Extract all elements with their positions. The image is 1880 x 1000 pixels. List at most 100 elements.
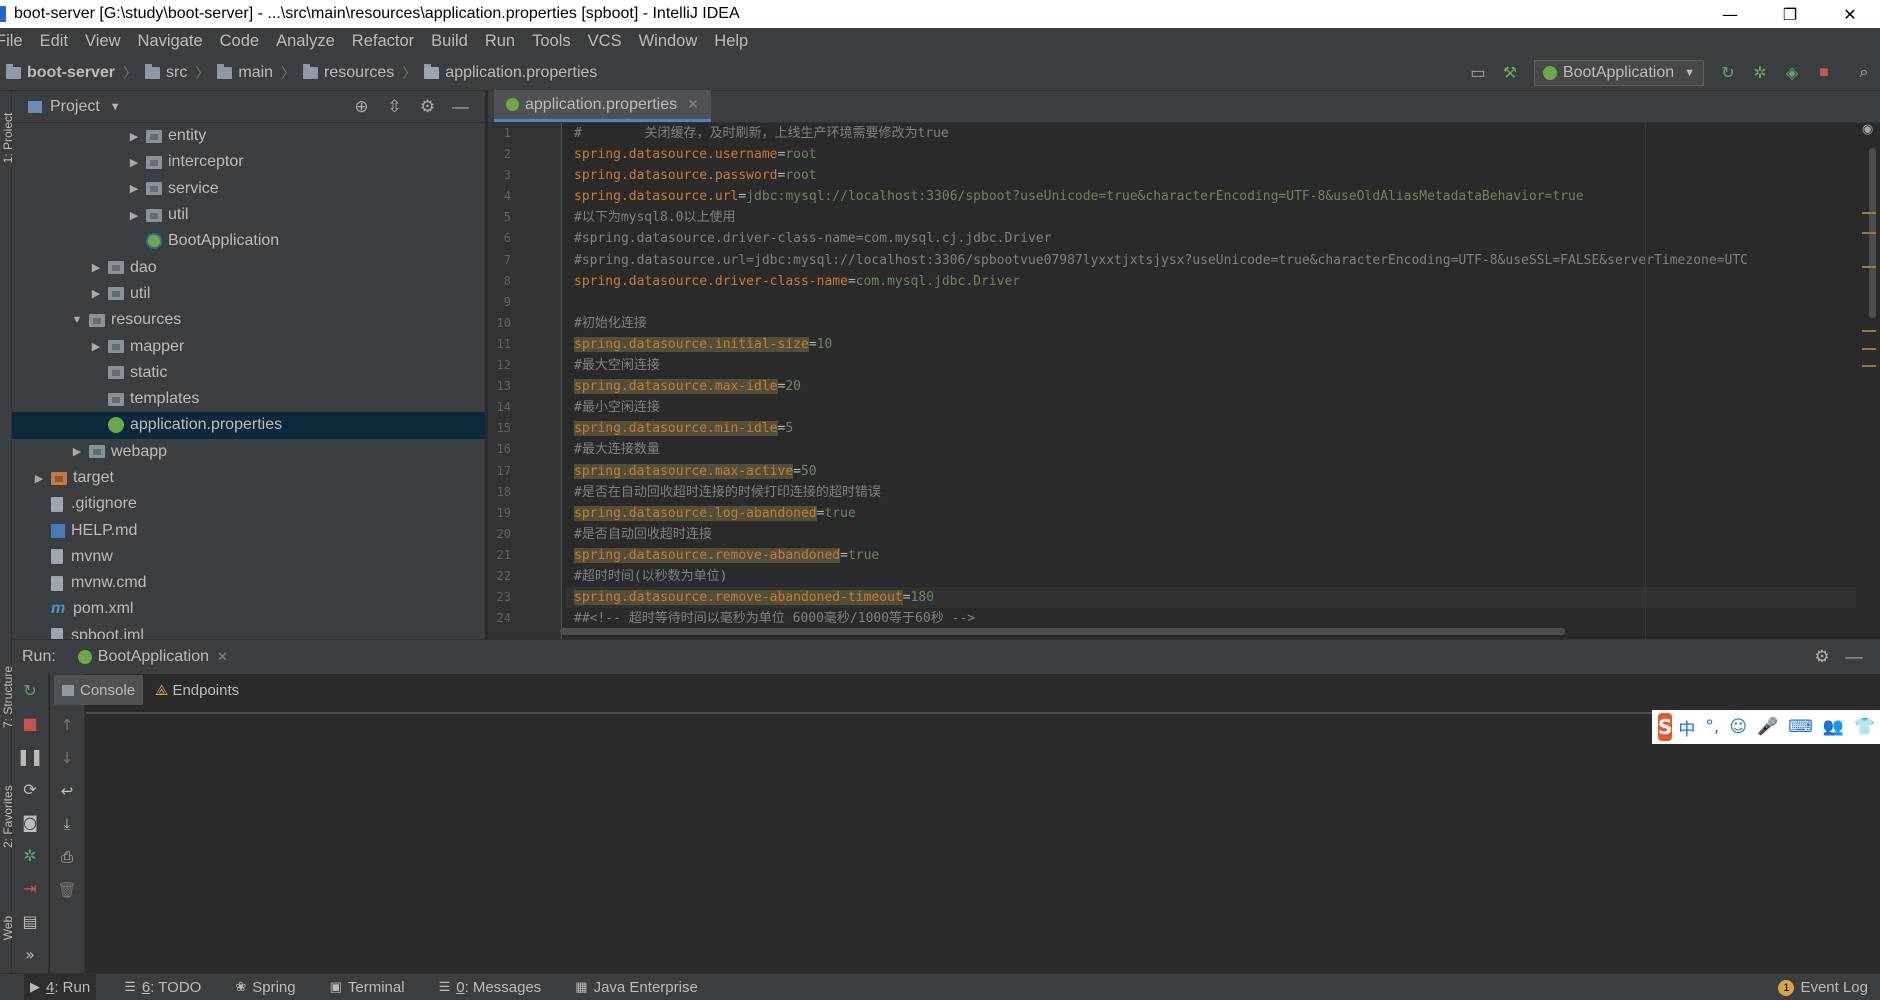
tree-item[interactable]: ▶ webapp — [12, 439, 485, 465]
ime-voice-icon[interactable]: 🎤 — [1757, 717, 1778, 737]
gear-icon[interactable]: ⚙ — [411, 97, 444, 117]
collapse-all-icon[interactable]: ⇳ — [378, 97, 411, 117]
debug-icon[interactable]: ✲ — [12, 839, 48, 872]
pause-icon[interactable]: ❚❚ — [12, 740, 48, 773]
bottom-tool-run[interactable]: ▶ 4: Run — [24, 973, 97, 1000]
tree-item[interactable]: static — [12, 360, 485, 386]
tree-item[interactable]: spboot.iml — [12, 623, 485, 639]
collapse-arrow-icon[interactable]: ▶ — [88, 340, 104, 353]
collapse-arrow-icon[interactable]: ▶ — [31, 472, 47, 485]
error-stripe-marker[interactable] — [1862, 232, 1876, 234]
menu-code[interactable]: Code — [220, 32, 259, 51]
gear-icon[interactable]: ⚙ — [1806, 647, 1838, 667]
error-stripe-marker[interactable] — [1862, 330, 1876, 332]
exit-icon[interactable]: ⇥ — [12, 872, 48, 905]
tree-item[interactable]: HELP.md — [12, 517, 485, 543]
ime-emoji-icon[interactable]: ☺ — [1729, 717, 1747, 737]
collapse-arrow-icon[interactable]: ▶ — [126, 156, 142, 169]
ime-user-icon[interactable]: 👥 — [1823, 717, 1844, 737]
terminal-icon[interactable]: ▭ — [1462, 63, 1494, 83]
run-coverage-icon[interactable]: ◈ — [1776, 63, 1808, 83]
layout-icon[interactable]: ▤ — [12, 905, 48, 938]
minimize-button[interactable]: — — [1700, 0, 1760, 28]
menu-tools[interactable]: Tools — [532, 32, 571, 51]
error-stripe-marker[interactable] — [1862, 212, 1876, 214]
bottom-tool-messages[interactable]: ☰ 0: Messages — [433, 974, 548, 1000]
project-title[interactable]: Project — [50, 98, 100, 116]
chevron-down-icon[interactable]: ▼ — [110, 101, 121, 113]
code-line[interactable]: #spring.datasource.driver-class-name=com… — [566, 228, 1856, 249]
stop-icon[interactable]: ■ — [12, 707, 48, 740]
code-line[interactable]: spring.datasource.max-idle=20 — [566, 376, 1856, 397]
hide-icon[interactable]: — — [444, 97, 477, 117]
code-line[interactable]: spring.datasource.driver-class-name=com.… — [566, 271, 1856, 292]
tree-item[interactable]: ▶ mapper — [12, 333, 485, 359]
code-line[interactable]: #最大空闲连接 — [566, 355, 1856, 376]
code-line[interactable]: #最小空闲连接 — [566, 397, 1856, 418]
console-output[interactable] — [86, 712, 1880, 974]
breadcrumb-file[interactable]: application.properties — [424, 63, 597, 82]
bottom-tool-javaenterprise[interactable]: ▦ Java Enterprise — [569, 974, 704, 1000]
menu-navigate[interactable]: Navigate — [138, 32, 203, 51]
tree-item[interactable]: ▶ target — [12, 465, 485, 491]
tree-item[interactable]: application.properties — [12, 412, 485, 439]
tree-item[interactable]: ▶ entity — [12, 123, 485, 149]
code-line[interactable]: #是否自动回收超时连接 — [566, 524, 1856, 545]
trash-icon[interactable]: 🗑 — [50, 873, 84, 906]
collapse-arrow-icon[interactable]: ▶ — [88, 261, 104, 274]
tree-item[interactable]: ▶ util — [12, 202, 485, 228]
code-line[interactable]: spring.datasource.username=root — [566, 144, 1856, 165]
eye-icon[interactable]: ◉ — [1862, 122, 1873, 137]
collapse-arrow-icon[interactable]: ▶ — [126, 182, 142, 195]
bottom-tool-todo[interactable]: ☰ 6: TODO — [118, 974, 207, 1000]
ime-chinese-mode[interactable]: 中 — [1678, 715, 1695, 740]
collapse-arrow-icon[interactable]: ▶ — [88, 287, 104, 300]
menu-view[interactable]: View — [85, 32, 120, 51]
menu-build[interactable]: Build — [431, 32, 468, 51]
editor-horizontal-scrollbar[interactable] — [560, 628, 1565, 635]
menu-window[interactable]: Window — [639, 32, 698, 51]
code-line[interactable]: spring.datasource.max-active=50 — [566, 461, 1856, 482]
tree-item[interactable]: ▶ service — [12, 176, 485, 202]
bottom-tool-terminal[interactable]: ▣ Terminal — [324, 974, 411, 1000]
sogou-logo-icon[interactable]: S — [1658, 713, 1673, 741]
code-line[interactable]: # 关闭缓存，及时刷新，上线生产环境需要修改为true — [566, 123, 1856, 144]
tab-endpoints[interactable]: ⟁ Endpoints — [147, 675, 247, 705]
menu-help[interactable]: Help — [714, 32, 748, 51]
run-tab-bootapplication[interactable]: BootApplication ✕ — [77, 648, 228, 666]
down-arrow-icon[interactable]: ↓ — [50, 741, 84, 774]
tree-item[interactable]: .gitignore — [12, 491, 485, 517]
event-log-button[interactable]: 1 Event Log — [1778, 974, 1868, 1000]
menu-edit[interactable]: Edit — [40, 32, 68, 51]
maximize-button[interactable]: ❐ — [1760, 0, 1820, 28]
tab-application-properties[interactable]: application.properties ✕ — [494, 90, 711, 122]
code-line[interactable]: spring.datasource.remove-abandoned-timeo… — [566, 587, 1856, 609]
soft-wrap-icon[interactable]: ↩ — [50, 774, 84, 807]
collapse-arrow-icon[interactable]: ▶ — [126, 130, 142, 143]
tab-console[interactable]: Console — [54, 675, 144, 705]
breadcrumb-main[interactable]: main — [217, 63, 273, 82]
collapse-arrow-icon[interactable]: ▶ — [69, 445, 85, 458]
tree-item[interactable]: m pom.xml — [12, 596, 485, 622]
error-stripe-marker[interactable] — [1862, 365, 1876, 367]
error-stripe-marker[interactable] — [1862, 266, 1876, 268]
search-icon[interactable]: ⌕ — [1848, 64, 1880, 82]
tree-item[interactable]: ▶ util — [12, 281, 485, 307]
hide-icon[interactable]: — — [1838, 647, 1870, 667]
tree-item[interactable]: mvnw.cmd — [12, 570, 485, 596]
debug-icon[interactable]: ✲ — [1744, 63, 1776, 83]
tree-item[interactable]: mvnw — [12, 544, 485, 570]
code-line[interactable]: spring.datasource.initial-size=10 — [566, 334, 1856, 355]
tree-item[interactable]: ▶ dao — [12, 254, 485, 280]
code-line[interactable]: spring.datasource.min-idle=5 — [566, 418, 1856, 439]
more-icon[interactable]: » — [12, 938, 48, 971]
restore-icon[interactable]: ⟳ — [12, 773, 48, 806]
code-line[interactable]: spring.datasource.url=jdbc:mysql://local… — [566, 186, 1856, 207]
ime-keyboard-icon[interactable]: ⌨ — [1788, 717, 1813, 737]
code-line[interactable]: spring.datasource.remove-abandoned=true — [566, 545, 1856, 566]
code-editor[interactable]: # 关闭缓存，及时刷新，上线生产环境需要修改为true spring.dataso… — [566, 123, 1856, 639]
code-line[interactable]: #超时时间(以秒数为单位) — [566, 566, 1856, 587]
breadcrumb-resources[interactable]: resources — [303, 63, 394, 82]
locate-icon[interactable]: ⊕ — [345, 97, 378, 117]
code-line[interactable]: spring.datasource.password=root — [566, 165, 1856, 186]
